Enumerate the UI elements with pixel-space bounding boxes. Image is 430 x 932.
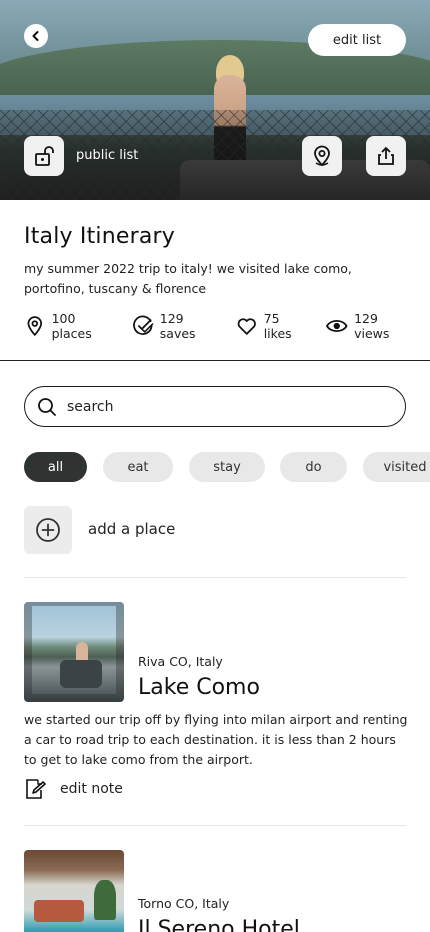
back-arrow-icon — [32, 31, 39, 41]
saves-count: 129 saves — [132, 311, 222, 341]
saves-check-icon — [133, 315, 154, 335]
section-divider — [0, 360, 430, 361]
place-location: Torno CO, Italy — [138, 896, 230, 911]
edit-note-icon — [26, 779, 46, 799]
views-count-label: 129 views — [354, 311, 390, 341]
list-stats: 100 places 129 saves 75 likes 129 views — [24, 311, 430, 341]
list-title: Italy Itinerary — [24, 224, 176, 249]
filter-chip-eat[interactable]: eat — [103, 452, 173, 482]
likes-count[interactable]: 75 likes — [236, 311, 310, 341]
likes-count-label: 75 likes — [263, 311, 292, 341]
back-button[interactable] — [24, 24, 48, 48]
list-divider — [24, 577, 406, 578]
list-description: my summer 2022 trip to italy! we visited… — [24, 261, 352, 296]
privacy-toggle-button[interactable] — [24, 136, 64, 176]
map-pin-icon — [314, 145, 330, 167]
edit-list-button[interactable]: edit list — [308, 24, 406, 56]
search-input[interactable] — [67, 398, 367, 415]
unlock-icon — [35, 146, 54, 166]
edit-note-button[interactable]: edit note — [24, 778, 123, 800]
search-icon — [38, 397, 56, 416]
places-count-label: 100 places — [51, 311, 92, 341]
search-bar[interactable] — [24, 386, 406, 427]
place-note: we started our trip off by flying into m… — [24, 712, 408, 767]
heart-icon — [237, 318, 257, 335]
thumbnail-plant — [94, 880, 116, 920]
saves-count-label: 129 saves — [159, 311, 196, 341]
share-icon — [378, 147, 394, 165]
plus-circle-icon — [36, 518, 60, 542]
share-button[interactable] — [366, 136, 406, 176]
filter-chip-do[interactable]: do — [280, 452, 347, 482]
places-count: 100 places — [24, 311, 118, 341]
add-place-label[interactable]: add a place — [88, 520, 175, 538]
thumbnail-seat — [60, 660, 102, 688]
views-count: 129 views — [325, 311, 416, 341]
pin-icon — [27, 316, 43, 337]
public-list-label: public list — [76, 148, 139, 163]
place-location: Riva CO, Italy — [138, 654, 223, 669]
place-name[interactable]: Il Sereno Hotel — [138, 917, 300, 932]
place-thumbnail-il-sereno[interactable] — [24, 850, 124, 932]
thumbnail-sofa — [34, 900, 84, 922]
filter-chip-stay[interactable]: stay — [189, 452, 265, 482]
filter-chips: all eat stay do visited — [24, 452, 430, 482]
filter-chip-all[interactable]: all — [24, 452, 87, 482]
map-button[interactable] — [302, 136, 342, 176]
edit-note-label: edit note — [60, 781, 123, 797]
place-thumbnail-lake-como[interactable] — [24, 602, 124, 702]
list-divider — [24, 825, 406, 826]
place-name[interactable]: Lake Como — [138, 675, 260, 700]
add-place-button[interactable] — [24, 506, 72, 554]
filter-chip-visited[interactable]: visited — [363, 452, 430, 482]
eye-icon — [325, 319, 348, 333]
